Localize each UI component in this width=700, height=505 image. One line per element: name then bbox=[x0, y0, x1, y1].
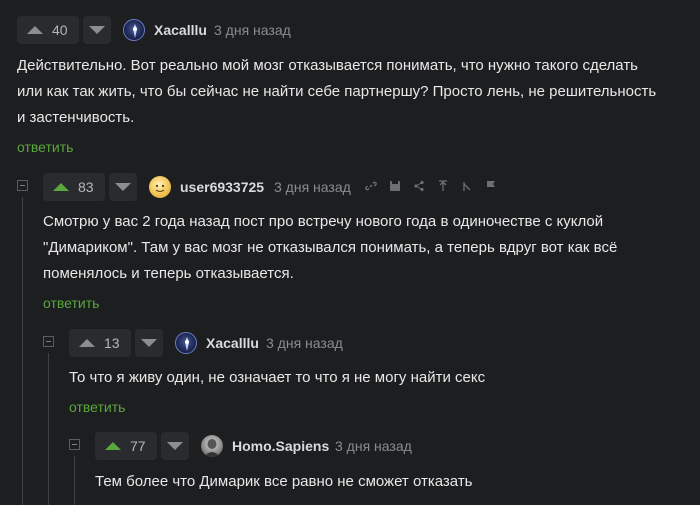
upvote-icon bbox=[105, 442, 121, 450]
timestamp[interactable]: 3 дня назад bbox=[335, 438, 412, 454]
comment-rating: 13 bbox=[104, 335, 120, 351]
timestamp[interactable]: 3 дня назад bbox=[214, 22, 291, 38]
upvote-button[interactable]: 77 bbox=[95, 432, 157, 460]
upvote-icon bbox=[27, 26, 43, 34]
reply-link[interactable]: ответить bbox=[69, 399, 125, 415]
avatar[interactable] bbox=[175, 332, 197, 354]
avatar-emblem-icon bbox=[133, 24, 137, 38]
timestamp[interactable]: 3 дня назад bbox=[274, 179, 351, 195]
upvote-button[interactable]: 13 bbox=[69, 329, 131, 357]
comment-line: "Димариком". Там у вас мозг не отказывал… bbox=[43, 239, 618, 256]
branch-icon[interactable] bbox=[460, 179, 474, 193]
comment-line: Смотрю у вас 2 года назад пост про встре… bbox=[43, 213, 604, 230]
upvote-button[interactable]: 83 bbox=[43, 173, 105, 201]
comment-body: Тем более что Димарик все равно не сможе… bbox=[95, 469, 685, 495]
link-icon[interactable] bbox=[364, 179, 378, 193]
comment-line: Тем более что Димарик все равно не сможе… bbox=[95, 473, 473, 490]
comment-rating: 77 bbox=[130, 438, 146, 454]
avatar-portrait-icon bbox=[204, 439, 220, 457]
thread-line bbox=[74, 456, 75, 505]
comment-line: Действительно. Вот реально мой мозг отка… bbox=[17, 57, 638, 74]
downvote-button[interactable] bbox=[161, 432, 189, 460]
thread-line bbox=[22, 197, 23, 505]
downvote-icon bbox=[115, 183, 131, 191]
username[interactable]: Xacalllu bbox=[154, 22, 207, 38]
upvote-icon bbox=[53, 183, 69, 191]
comment-body: Смотрю у вас 2 года назад пост про встре… bbox=[43, 209, 693, 287]
save-icon[interactable] bbox=[388, 179, 402, 193]
username[interactable]: Homo.Sapiens bbox=[232, 438, 329, 454]
downvote-button[interactable] bbox=[109, 173, 137, 201]
avatar[interactable] bbox=[201, 435, 223, 457]
downvote-button[interactable] bbox=[135, 329, 163, 357]
downvote-icon bbox=[167, 442, 183, 450]
username[interactable]: Xacalllu bbox=[206, 335, 259, 351]
comment-line: поменялось и теперь отказывается. bbox=[43, 265, 294, 282]
comment-line: То что я живу один, не означает то что я… bbox=[69, 369, 486, 386]
reply-link[interactable]: ответить bbox=[43, 295, 99, 311]
collapse-toggle[interactable] bbox=[43, 336, 54, 347]
share-icon[interactable] bbox=[412, 179, 426, 193]
downvote-icon bbox=[141, 339, 157, 347]
reply-link[interactable]: ответить bbox=[17, 139, 73, 155]
comment-line: или как так жить, что бы сейчас не найти… bbox=[17, 83, 657, 100]
downvote-icon bbox=[89, 26, 105, 34]
upvote-icon bbox=[79, 339, 95, 347]
avatar[interactable] bbox=[149, 176, 171, 198]
comment-body: То что я живу один, не означает то что я… bbox=[69, 365, 689, 391]
avatar-face-icon bbox=[155, 184, 165, 193]
thread-line bbox=[48, 353, 49, 505]
upvote-button[interactable]: 40 bbox=[17, 16, 79, 44]
avatar[interactable] bbox=[123, 19, 145, 41]
comment-line: и застенчивость. bbox=[17, 109, 135, 126]
to-parent-icon[interactable] bbox=[436, 179, 450, 193]
downvote-button[interactable] bbox=[83, 16, 111, 44]
report-flag-icon[interactable] bbox=[484, 179, 498, 193]
timestamp[interactable]: 3 дня назад bbox=[266, 335, 343, 351]
comment-body: Действительно. Вот реально мой мозг отка… bbox=[17, 53, 687, 131]
avatar-emblem-icon bbox=[185, 337, 189, 351]
comment-rating: 40 bbox=[52, 22, 68, 38]
comment-rating: 83 bbox=[78, 179, 94, 195]
collapse-toggle[interactable] bbox=[69, 439, 80, 450]
collapse-toggle[interactable] bbox=[17, 180, 28, 191]
username[interactable]: user6933725 bbox=[180, 179, 264, 195]
